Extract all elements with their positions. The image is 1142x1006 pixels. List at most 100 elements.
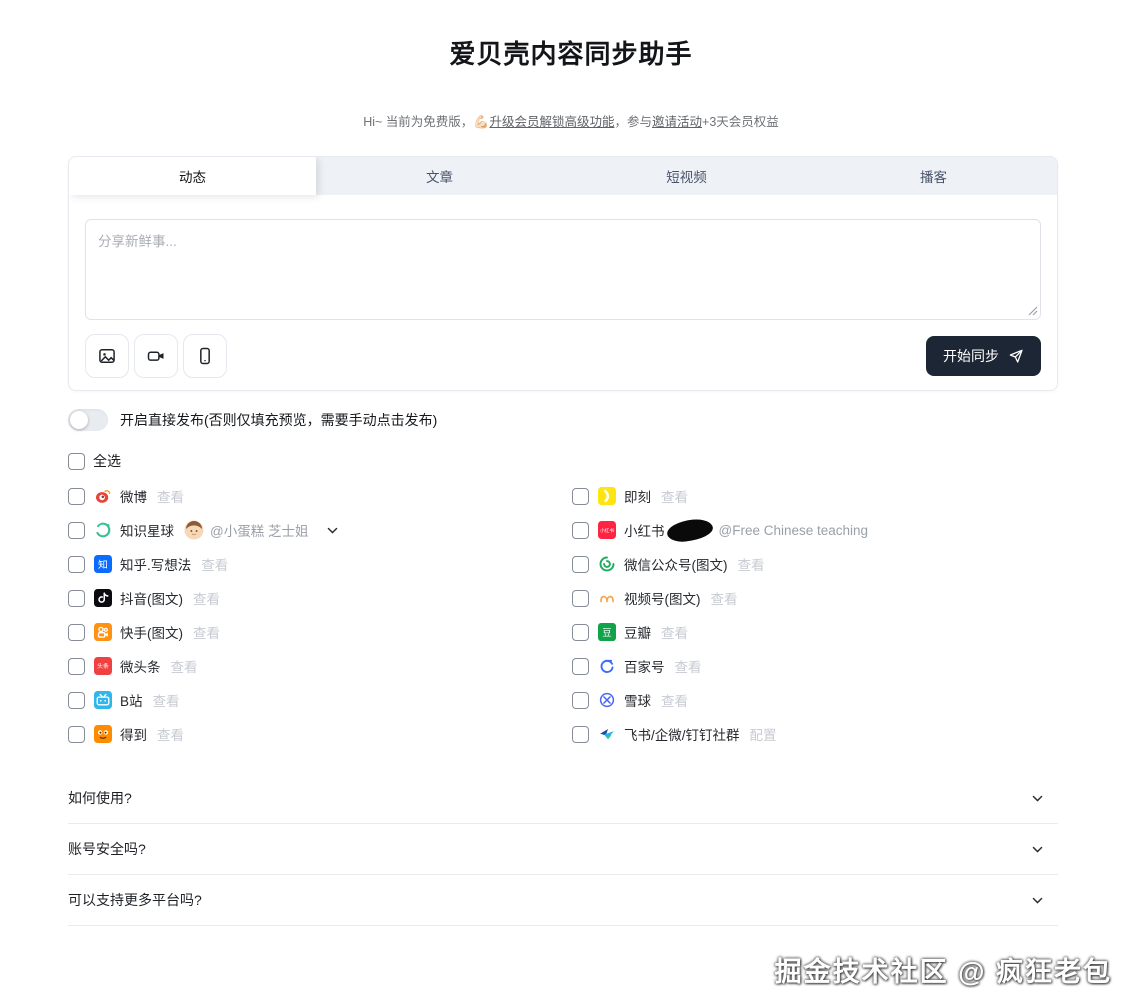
- video-icon: [146, 346, 166, 366]
- toggle-knob: [70, 411, 88, 429]
- select-all-checkbox[interactable]: [68, 453, 85, 470]
- view-link[interactable]: 查看: [661, 690, 688, 710]
- chevron-down-icon[interactable]: [326, 524, 339, 537]
- main-container: 动态文章短视频播客 开始同步 开启直接发布(否则仅填充预览，需要手动点击发布) …: [68, 156, 1058, 926]
- view-link[interactable]: 查看: [193, 622, 220, 642]
- watermark: 掘金技术社区 @ 疯狂老包: [775, 950, 1112, 989]
- direct-publish-toggle[interactable]: [68, 409, 108, 431]
- chevron-down-icon: [1031, 792, 1044, 805]
- douyin-checkbox[interactable]: [68, 590, 85, 607]
- configure-link[interactable]: 配置: [750, 724, 777, 744]
- shipinhao-checkbox[interactable]: [572, 590, 589, 607]
- bilibili-checkbox[interactable]: [68, 692, 85, 709]
- view-link[interactable]: 查看: [661, 622, 688, 642]
- view-link[interactable]: 查看: [171, 656, 198, 676]
- feishu-icon: [598, 725, 616, 743]
- view-link[interactable]: 查看: [193, 588, 220, 608]
- platform-name: 知识星球: [120, 520, 174, 540]
- weitoutiao-checkbox[interactable]: [68, 658, 85, 675]
- xiaohongshu-icon: 小红书: [598, 521, 616, 539]
- platform-name: 小红书: [624, 520, 665, 540]
- kuaishou-checkbox[interactable]: [68, 624, 85, 641]
- view-link[interactable]: 查看: [675, 656, 702, 676]
- jike-checkbox[interactable]: [572, 488, 589, 505]
- platform-name: 视频号(图文): [624, 588, 701, 608]
- video-upload-button[interactable]: [134, 334, 178, 378]
- tab-article[interactable]: 文章: [316, 157, 563, 195]
- platform-column-left: 微博查看知识星球@小蛋糕 芝士姐知知乎.写想法查看抖音(图文)查看快手(图文)查…: [68, 479, 572, 751]
- view-link[interactable]: 查看: [157, 724, 184, 744]
- wechat-mp-checkbox[interactable]: [572, 556, 589, 573]
- view-link[interactable]: 查看: [157, 486, 184, 506]
- account-name: @Free Chinese teaching: [719, 523, 869, 538]
- svg-text:头条: 头条: [97, 662, 109, 670]
- weibo-icon: [94, 487, 112, 505]
- page-title: 爱贝壳内容同步助手: [0, 34, 1142, 71]
- douban-checkbox[interactable]: [572, 624, 589, 641]
- view-link[interactable]: 查看: [661, 486, 688, 506]
- subtitle: Hi~ 当前为免费版，💪🏻升级会员解锁高级功能，参与邀请活动+3天会员权益: [0, 111, 1142, 130]
- douyin-icon: [94, 589, 112, 607]
- faq-question: 如何使用?: [68, 788, 132, 808]
- tab-short-video[interactable]: 短视频: [563, 157, 810, 195]
- zhihu-checkbox[interactable]: [68, 556, 85, 573]
- mobile-preview-button[interactable]: [183, 334, 227, 378]
- send-icon: [1008, 348, 1024, 364]
- platform-row-weibo: 微博查看: [68, 479, 572, 513]
- invite-activity-link[interactable]: 邀请活动: [652, 115, 702, 129]
- platform-name: 豆瓣: [624, 622, 651, 642]
- tab-dynamic[interactable]: 动态: [69, 157, 316, 195]
- feishu-checkbox[interactable]: [572, 726, 589, 743]
- zhishixingqiu-checkbox[interactable]: [68, 522, 85, 539]
- faq-item-more-platforms[interactable]: 可以支持更多平台吗?: [68, 875, 1058, 926]
- dedao-icon: [94, 725, 112, 743]
- subtitle-text-prefix: Hi~ 当前为免费版，: [363, 115, 473, 129]
- tab-podcast[interactable]: 播客: [810, 157, 1057, 195]
- platform-row-douyin: 抖音(图文)查看: [68, 581, 572, 615]
- faq-list: 如何使用? 账号安全吗?可以支持更多平台吗?: [68, 773, 1058, 926]
- baijiahao-icon: [598, 657, 616, 675]
- weibo-checkbox[interactable]: [68, 488, 85, 505]
- start-sync-button[interactable]: 开始同步: [926, 336, 1041, 376]
- direct-publish-row: 开启直接发布(否则仅填充预览，需要手动点击发布): [68, 409, 1058, 431]
- platform-row-wechat-mp: 微信公众号(图文) 查看: [572, 547, 1058, 581]
- platform-name: 微信公众号(图文): [624, 554, 728, 574]
- direct-publish-label: 开启直接发布(否则仅填充预览，需要手动点击发布): [120, 410, 437, 430]
- platform-column-right: 即刻查看小红书小红书@Free Chinese teaching微信公众号(图文…: [572, 479, 1058, 751]
- start-sync-label: 开始同步: [943, 346, 999, 366]
- chevron-down-icon: [1031, 843, 1044, 856]
- redaction-blob: [666, 517, 714, 543]
- account-name: @小蛋糕 芝士姐: [210, 520, 308, 540]
- platform-row-xiaohongshu: 小红书小红书 @Free Chinese teaching: [572, 513, 1058, 547]
- xueqiu-checkbox[interactable]: [572, 692, 589, 709]
- weitoutiao-icon: 头条: [94, 657, 112, 675]
- view-link[interactable]: 查看: [738, 554, 765, 574]
- post-content-textarea[interactable]: [85, 219, 1041, 320]
- platform-name: 即刻: [624, 486, 651, 506]
- view-link[interactable]: 查看: [201, 554, 228, 574]
- platform-row-kuaishou: 快手(图文)查看: [68, 615, 572, 649]
- faq-item-account-safety[interactable]: 账号安全吗?: [68, 824, 1058, 875]
- svg-text:豆: 豆: [602, 628, 611, 639]
- zhihu-icon: 知: [94, 555, 112, 573]
- platform-row-xueqiu: 雪球查看: [572, 683, 1058, 717]
- xiaohongshu-checkbox[interactable]: [572, 522, 589, 539]
- faq-item-how-to-use[interactable]: 如何使用?: [68, 773, 1058, 824]
- view-link[interactable]: 查看: [153, 690, 180, 710]
- baijiahao-checkbox[interactable]: [572, 658, 589, 675]
- image-upload-button[interactable]: [85, 334, 129, 378]
- xueqiu-icon: [598, 691, 616, 709]
- select-all-label: 全选: [93, 451, 121, 471]
- platform-name: 微博: [120, 486, 147, 506]
- composer-toolbar: 开始同步: [85, 334, 1041, 378]
- upgrade-membership-link[interactable]: 升级会员解锁高级功能: [489, 115, 614, 129]
- resize-handle-icon[interactable]: [1027, 305, 1038, 316]
- account-avatar: [184, 520, 204, 540]
- platform-row-baijiahao: 百家号查看: [572, 649, 1058, 683]
- view-link[interactable]: 查看: [711, 588, 738, 608]
- wechat-mp-icon: [598, 555, 616, 573]
- platform-name: 微头条: [120, 656, 161, 676]
- muscle-emoji-icon: 💪🏻: [473, 114, 489, 129]
- zhishixingqiu-icon: [94, 521, 112, 539]
- dedao-checkbox[interactable]: [68, 726, 85, 743]
